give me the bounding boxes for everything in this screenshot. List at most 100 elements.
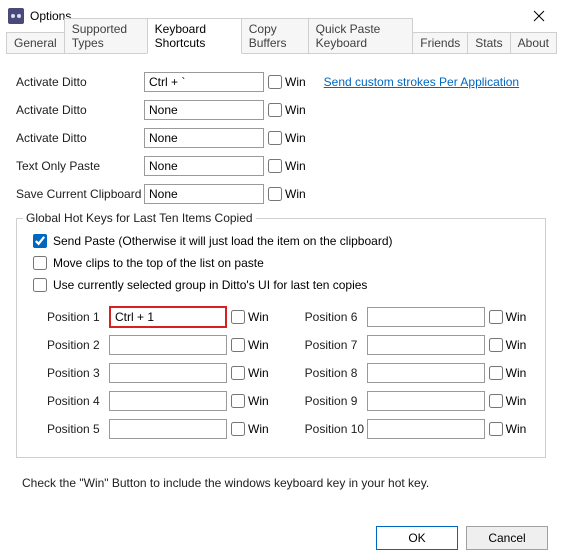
win-label: Win <box>248 394 269 408</box>
option-row: Use currently selected group in Ditto's … <box>27 275 535 295</box>
position-row: Position 10 Win <box>305 417 527 441</box>
position-row: Position 2 Win <box>47 333 269 357</box>
position-4-input[interactable] <box>109 391 227 411</box>
win-check[interactable]: Win <box>268 131 306 145</box>
win-checkbox[interactable] <box>268 187 282 201</box>
use-selected-group-checkbox[interactable] <box>33 278 47 292</box>
win-checkbox[interactable] <box>231 338 245 352</box>
position-1-input[interactable] <box>109 306 227 328</box>
option-label: Send Paste (Otherwise it will just load … <box>53 234 393 248</box>
win-check[interactable]: Win <box>231 422 269 436</box>
win-checkbox[interactable] <box>268 159 282 173</box>
win-label: Win <box>506 338 527 352</box>
win-label: Win <box>285 159 306 173</box>
close-button[interactable] <box>516 0 562 32</box>
move-clips-top-checkbox[interactable] <box>33 256 47 270</box>
win-check[interactable]: Win <box>268 75 306 89</box>
win-check[interactable]: Win <box>231 338 269 352</box>
send-paste-checkbox[interactable] <box>33 234 47 248</box>
position-9-input[interactable] <box>367 391 485 411</box>
position-10-input[interactable] <box>367 419 485 439</box>
tab-strip: General Supported Types Keyboard Shortcu… <box>0 32 562 54</box>
position-5-input[interactable] <box>109 419 227 439</box>
position-label: Position 4 <box>47 394 109 408</box>
save-current-clipboard-input[interactable] <box>144 184 264 204</box>
tab-about[interactable]: About <box>510 32 557 54</box>
win-label: Win <box>506 310 527 324</box>
shortcut-label: Save Current Clipboard <box>16 187 144 201</box>
option-label: Move clips to the top of the list on pas… <box>53 256 264 270</box>
global-hotkeys-group: Global Hot Keys for Last Ten Items Copie… <box>16 218 546 458</box>
win-checkbox[interactable] <box>231 366 245 380</box>
group-title: Global Hot Keys for Last Ten Items Copie… <box>23 211 256 225</box>
win-label: Win <box>506 422 527 436</box>
cancel-button[interactable]: Cancel <box>466 526 548 550</box>
win-check[interactable]: Win <box>231 366 269 380</box>
win-label: Win <box>506 394 527 408</box>
win-check[interactable]: Win <box>268 159 306 173</box>
position-row: Position 3 Win <box>47 361 269 385</box>
position-label: Position 10 <box>305 422 367 436</box>
positions-right-column: Position 6 Win Position 7 Win Position 8… <box>305 305 527 445</box>
win-checkbox[interactable] <box>268 103 282 117</box>
shortcut-row: Save Current Clipboard Win <box>16 182 546 206</box>
win-check[interactable]: Win <box>489 422 527 436</box>
tab-general[interactable]: General <box>6 32 65 54</box>
shortcut-label: Activate Ditto <box>16 103 144 117</box>
tab-content: Activate Ditto Win Send custom strokes P… <box>0 54 562 490</box>
position-8-input[interactable] <box>367 363 485 383</box>
option-row: Send Paste (Otherwise it will just load … <box>27 231 535 251</box>
position-2-input[interactable] <box>109 335 227 355</box>
position-6-input[interactable] <box>367 307 485 327</box>
win-check[interactable]: Win <box>489 366 527 380</box>
send-custom-strokes-link[interactable]: Send custom strokes Per Application <box>324 75 519 89</box>
position-row: Position 4 Win <box>47 389 269 413</box>
win-checkbox[interactable] <box>231 310 245 324</box>
win-check[interactable]: Win <box>489 310 527 324</box>
position-3-input[interactable] <box>109 363 227 383</box>
activate-ditto-input-3[interactable] <box>144 128 264 148</box>
shortcut-row: Activate Ditto Win <box>16 126 546 150</box>
close-icon <box>533 10 545 22</box>
win-check[interactable]: Win <box>268 103 306 117</box>
activate-ditto-input-2[interactable] <box>144 100 264 120</box>
tab-supported-types[interactable]: Supported Types <box>64 18 148 54</box>
win-checkbox[interactable] <box>231 394 245 408</box>
win-checkbox[interactable] <box>268 131 282 145</box>
tab-copy-buffers[interactable]: Copy Buffers <box>241 18 309 54</box>
ok-button[interactable]: OK <box>376 526 458 550</box>
shortcut-row: Activate Ditto Win <box>16 98 546 122</box>
tab-friends[interactable]: Friends <box>412 32 468 54</box>
text-only-paste-input[interactable] <box>144 156 264 176</box>
tab-quick-paste-keyboard[interactable]: Quick Paste Keyboard <box>308 18 414 54</box>
win-checkbox[interactable] <box>489 338 503 352</box>
position-7-input[interactable] <box>367 335 485 355</box>
tab-stats[interactable]: Stats <box>467 32 510 54</box>
win-label: Win <box>285 75 306 89</box>
activate-ditto-input-1[interactable] <box>144 72 264 92</box>
win-check[interactable]: Win <box>268 187 306 201</box>
win-check[interactable]: Win <box>489 394 527 408</box>
tab-keyboard-shortcuts[interactable]: Keyboard Shortcuts <box>147 18 242 54</box>
win-label: Win <box>285 187 306 201</box>
win-check[interactable]: Win <box>231 310 269 324</box>
position-label: Position 2 <box>47 338 109 352</box>
position-label: Position 9 <box>305 394 367 408</box>
win-checkbox[interactable] <box>231 422 245 436</box>
win-label: Win <box>248 422 269 436</box>
win-check[interactable]: Win <box>489 338 527 352</box>
position-row: Position 6 Win <box>305 305 527 329</box>
win-checkbox[interactable] <box>489 422 503 436</box>
position-row: Position 5 Win <box>47 417 269 441</box>
win-checkbox[interactable] <box>489 366 503 380</box>
win-checkbox[interactable] <box>489 394 503 408</box>
dialog-button-bar: OK Cancel <box>376 526 548 550</box>
shortcut-label: Activate Ditto <box>16 75 144 89</box>
win-check[interactable]: Win <box>231 394 269 408</box>
win-label: Win <box>285 103 306 117</box>
position-label: Position 5 <box>47 422 109 436</box>
shortcut-row: Activate Ditto Win Send custom strokes P… <box>16 70 546 94</box>
positions-left-column: Position 1 Win Position 2 Win Position 3… <box>47 305 269 445</box>
win-checkbox[interactable] <box>268 75 282 89</box>
win-checkbox[interactable] <box>489 310 503 324</box>
